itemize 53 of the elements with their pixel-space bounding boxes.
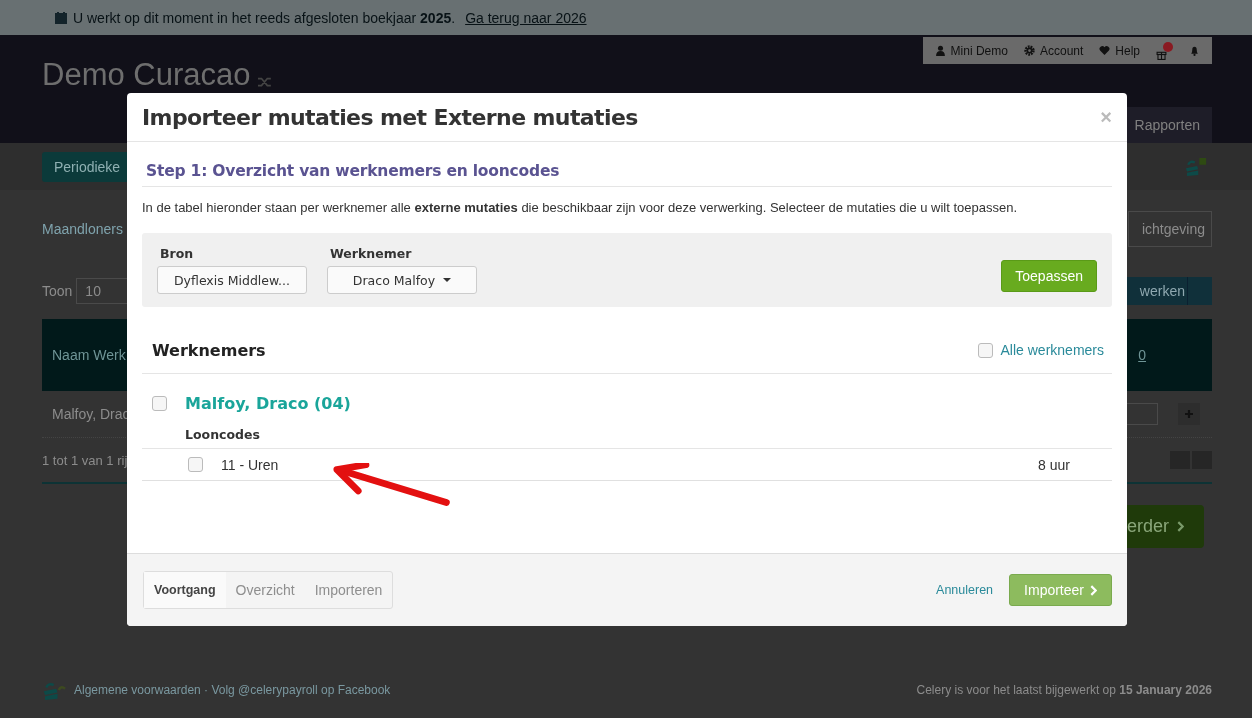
chevron-icon xyxy=(1177,521,1184,532)
heart-icon xyxy=(1099,45,1111,56)
apply-button[interactable]: Toepassen xyxy=(1001,260,1097,292)
step-tab[interactable]: Overzicht xyxy=(225,572,305,608)
close-button[interactable]: × xyxy=(1100,105,1112,129)
update-note: Celery is voor het laatst bijgewerkt op 15 January 2026 xyxy=(916,683,1212,697)
menu-item[interactable]: Help xyxy=(1099,43,1140,58)
checkbox[interactable] xyxy=(977,342,993,358)
filter-field[interactable]: ichtgeving xyxy=(1128,211,1212,247)
wage-code: 11 - Uren xyxy=(221,456,279,473)
filter-dropdown[interactable]: Draco Malfoy xyxy=(327,266,477,294)
notice-text: U werkt op dit moment in het reeds afgesloten boekjaar 2025. xyxy=(73,9,456,26)
show-label: Toon xyxy=(42,283,73,299)
menu-item[interactable] xyxy=(1189,45,1200,56)
logo-icon xyxy=(1184,157,1208,176)
description-text: In de tabel hieronder staan per werknemer alle externe mutaties die beschikbaar zijn voor deze verwerking. Selecteer de mutaties die u wilt toepassen. xyxy=(142,199,1019,217)
checkbox[interactable] xyxy=(152,396,167,411)
filter-dropdown[interactable]: Dyflexis Middlew... xyxy=(157,266,307,294)
cancel-link[interactable]: Annuleren xyxy=(936,583,994,597)
filter-label: Werknemer xyxy=(329,246,413,261)
year-link[interactable]: Ga terug naar 2026 xyxy=(465,9,587,26)
hours-amount: 8 uur xyxy=(1038,456,1070,473)
process-button[interactable]: werken xyxy=(1125,277,1187,305)
column-header[interactable]: 0 xyxy=(1138,347,1146,363)
section-title: Werknemers xyxy=(152,340,266,360)
shuffle-icon[interactable] xyxy=(258,76,273,88)
wage-codes-label: Looncodes xyxy=(142,421,1112,449)
step-title: Step 1: Overzicht van werknemers en looncodes xyxy=(142,142,1112,187)
calendar-icon xyxy=(55,11,67,24)
menu-item[interactable]: Mini Demo xyxy=(934,43,1008,58)
plus-icon xyxy=(1184,409,1194,419)
column-header: Naam Werk xyxy=(52,347,126,363)
import-button[interactable]: Importeer xyxy=(1009,574,1112,606)
menu-item[interactable] xyxy=(1156,41,1173,60)
add-button[interactable] xyxy=(1178,403,1200,425)
logo-icon xyxy=(42,680,68,700)
group-label: Maandloners xyxy=(42,221,123,237)
filter-label: Bron xyxy=(159,246,195,261)
table-info: 1 tot 1 van 1 rij xyxy=(42,452,128,468)
menu-item[interactable]: Account xyxy=(1023,43,1084,58)
company-title: Demo Curacao xyxy=(42,59,251,91)
user-icon xyxy=(934,45,946,56)
chevron-icon xyxy=(1090,584,1097,596)
step-tab[interactable]: Voortgang xyxy=(144,572,226,608)
checkbox[interactable] xyxy=(188,457,203,472)
employee-name: Malfoy, Draco (04) xyxy=(185,394,351,413)
settings-icon xyxy=(1023,45,1035,56)
bell-icon xyxy=(1189,45,1200,56)
all-employees-link[interactable]: Alle werknemers xyxy=(1000,342,1104,358)
step-tab[interactable]: Importeren xyxy=(304,572,393,608)
footer-links[interactable]: Algemene voorwaarden · Volg @celerypayroll op Facebook xyxy=(74,683,391,697)
dialog-title: Importeer mutaties met Externe mutaties xyxy=(142,104,638,130)
dropdown-toggle[interactable] xyxy=(1187,277,1212,305)
